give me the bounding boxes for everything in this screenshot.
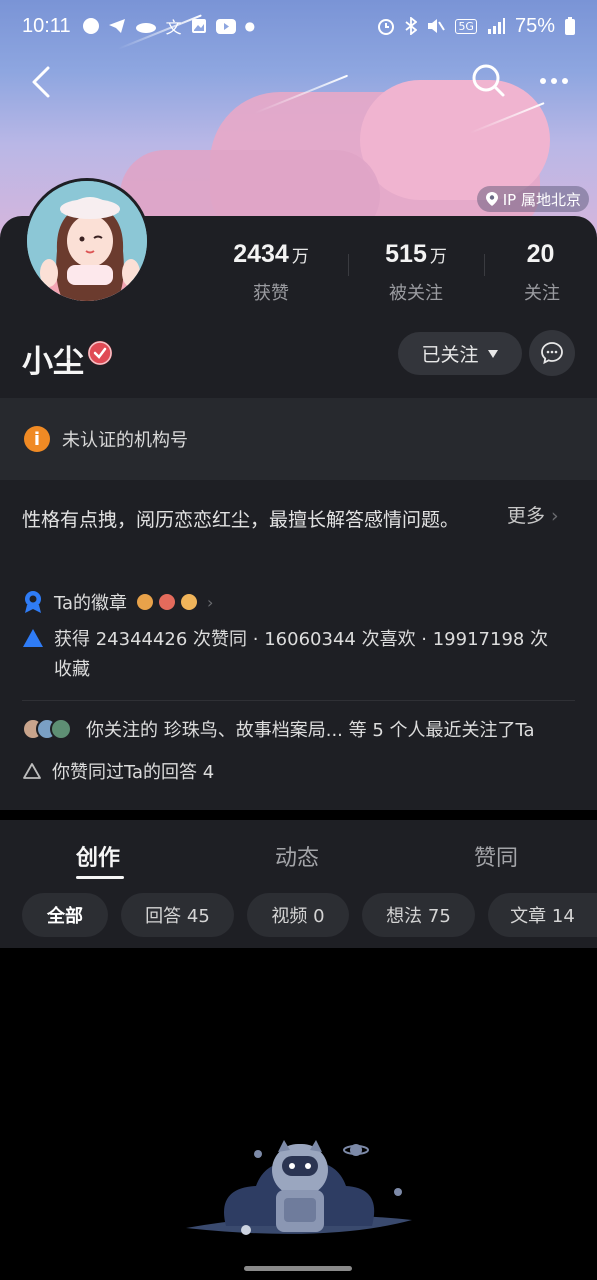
info-icon: i (24, 426, 50, 452)
profile-bio: 性格有点拽，阅历恋恋红尘，最擅长解答感情问题。 (22, 509, 460, 531)
avatar (50, 718, 72, 740)
status-time: 10:11 (22, 14, 71, 37)
stat-divider (348, 254, 349, 276)
filter-articles[interactable]: 文章 14 (488, 893, 597, 937)
ip-location-badge: IP 属地北京 (476, 186, 589, 212)
caret-down-icon (487, 349, 498, 358)
stat-followers-number: 515 (385, 240, 427, 268)
banner-cloud (360, 80, 550, 200)
achievement-summary: 获得 24344426 次赞同 · 16060344 次喜欢 · 1991719… (54, 629, 549, 680)
alarm-icon (378, 19, 395, 35)
ip-location-text: IP 属地北京 (502, 190, 581, 209)
status-indicators: 5G 75% (377, 15, 575, 38)
upvote-icon (23, 763, 41, 779)
network-icon: 5G (455, 18, 477, 34)
following-button[interactable]: 已关注 (398, 332, 522, 375)
home-indicator[interactable] (244, 1266, 352, 1271)
bio-more-link[interactable]: 更多 › (507, 504, 559, 529)
stat-likes-number: 2434 (233, 240, 289, 268)
tab-activity[interactable]: 动态 (275, 840, 319, 872)
chevron-right-icon: › (551, 505, 559, 527)
mute-icon (428, 19, 446, 33)
battery-level: 75% (514, 14, 555, 37)
filter-all[interactable]: 全部 (22, 893, 108, 937)
badges-label: Ta的徽章 (54, 593, 128, 614)
account-notice: i 未认证的机构号 (0, 398, 597, 480)
avatar[interactable] (24, 178, 150, 304)
badges-row[interactable]: Ta的徽章 › (22, 589, 213, 615)
translate-icon: 文 (165, 18, 182, 37)
avatar-illustration (27, 181, 147, 301)
more-notifications-icon: ● (244, 19, 256, 33)
stat-divider (484, 254, 485, 276)
stat-following-label: 关注 (524, 283, 560, 304)
youtube-icon (215, 18, 236, 34)
account-notice-text: 未认证的机构号 (62, 430, 188, 451)
stat-likes-unit: 万 (291, 247, 309, 267)
chevron-right-icon: › (207, 592, 214, 612)
notification-icon (82, 18, 99, 34)
badge-icon (181, 594, 198, 610)
active-tab-indicator (76, 876, 124, 879)
tab-creations[interactable]: 创作 (76, 840, 120, 872)
search-icon[interactable] (470, 62, 506, 98)
cloud-icon (135, 23, 156, 33)
badge-icon (159, 594, 176, 610)
stat-following-number: 20 (526, 240, 555, 268)
notification-icons: 文 ● (82, 14, 256, 38)
mutual-avatars (22, 716, 76, 742)
battery-icon (565, 17, 575, 35)
bio-more-label: 更多 (507, 505, 546, 527)
stat-followers-label: 被关注 (389, 283, 443, 304)
stat-likes[interactable]: 2434 万 获赞 (216, 240, 326, 305)
image-icon (191, 19, 206, 33)
achievement-icon (23, 629, 43, 647)
medal-icon (25, 591, 41, 613)
location-pin-icon (485, 192, 498, 206)
stat-followers[interactable]: 515 万 被关注 (366, 240, 466, 305)
telegram-icon (108, 19, 125, 33)
badge-icon (137, 594, 154, 610)
agreed-answers-text: 你赞同过Ta的回答 4 (52, 762, 215, 783)
bluetooth-icon (405, 17, 418, 35)
agreed-answers-row[interactable]: 你赞同过Ta的回答 4 (22, 758, 214, 784)
verified-icon (88, 341, 112, 365)
profile-name: 小尘 (22, 344, 84, 380)
chat-bubble-icon (541, 342, 563, 365)
following-button-label: 已关注 (421, 344, 479, 366)
filter-answers[interactable]: 回答 45 (121, 893, 234, 937)
signal-icon (487, 18, 505, 34)
filter-videos[interactable]: 视频 0 (247, 893, 349, 937)
stat-likes-label: 获赞 (253, 283, 289, 304)
back-arrow-icon[interactable] (28, 64, 60, 100)
mutual-follow-row[interactable]: 你关注的 珍珠鸟、故事档案局... 等 5 个人最近关注了Ta (22, 716, 535, 742)
status-bar: 10:11 文 ● 5G 75% (0, 0, 597, 52)
more-icon[interactable] (536, 66, 572, 96)
filter-thoughts[interactable]: 想法 75 (362, 893, 475, 937)
stat-followers-unit: 万 (429, 247, 447, 267)
tab-agreed[interactable]: 赞同 (474, 840, 518, 872)
empty-state-robot-illustration (186, 1140, 412, 1235)
stat-following[interactable]: 20 关注 (510, 240, 574, 305)
divider (22, 700, 575, 701)
message-button[interactable] (529, 330, 575, 376)
mutual-follow-text: 你关注的 珍珠鸟、故事档案局... 等 5 个人最近关注了Ta (86, 720, 535, 741)
